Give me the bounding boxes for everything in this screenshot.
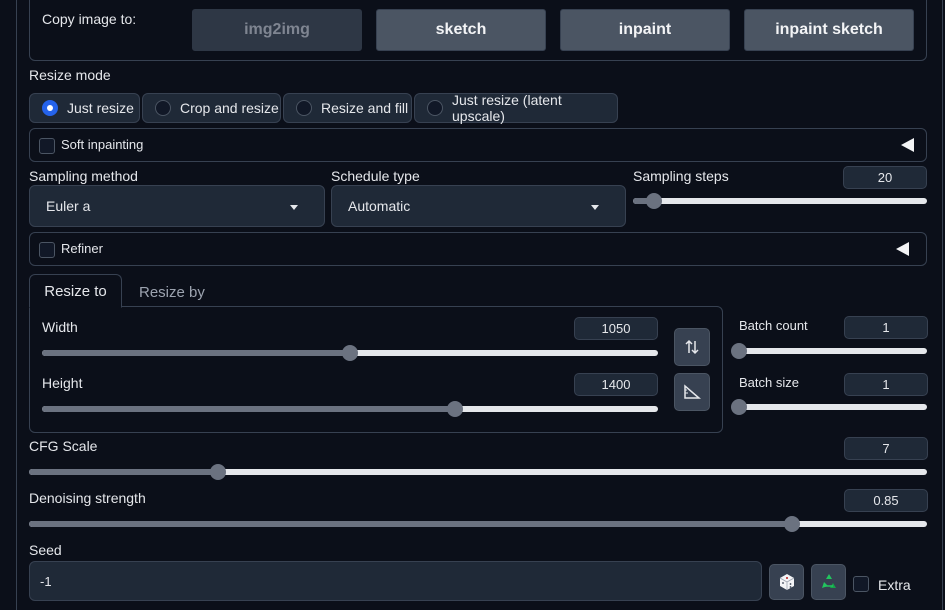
denoising-strength-input[interactable]: 0.85 [844,489,928,512]
recycle-icon [821,574,836,588]
sampling-method-label: Sampling method [29,168,138,184]
chevron-down-icon [290,205,298,210]
radio-label: Just resize (latent upscale) [452,92,562,124]
resize-mode-just-resize[interactable]: Just resize [29,93,140,123]
radio-label: Crop and resize [180,100,279,116]
width-slider[interactable] [42,345,658,361]
swap-dimensions-icon [685,339,699,355]
tab-resize-by[interactable]: Resize by [139,284,205,301]
batch-count-slider[interactable] [731,343,927,359]
dice-icon [779,574,794,590]
copy-to-inpaint-button[interactable]: inpaint [560,9,730,51]
refiner-accordion[interactable]: Refiner [29,232,927,266]
seed-value: -1 [40,573,52,589]
resize-mode-resize-and-fill[interactable]: Resize and fill [283,93,412,123]
cfg-scale-label: CFG Scale [29,438,98,454]
batch-count-label: Batch count [739,318,808,333]
seed-input[interactable]: -1 [29,561,762,601]
radio-icon [427,100,443,116]
height-slider[interactable] [42,401,658,417]
sampling-method-value: Euler a [46,198,91,214]
extra-seed-checkbox[interactable] [853,576,869,592]
denoising-strength-label: Denoising strength [29,490,146,506]
seed-label: Seed [29,542,62,558]
slider-thumb[interactable] [342,345,358,361]
random-seed-button[interactable] [769,564,804,600]
reuse-seed-button[interactable] [811,564,846,600]
width-input[interactable]: 1050 [574,317,658,340]
denoising-strength-slider[interactable] [29,516,927,532]
tab-label: Resize to [44,282,107,300]
slider-thumb[interactable] [731,343,747,359]
sampling-steps-input[interactable]: 20 [843,166,927,189]
slider-thumb[interactable] [446,401,463,417]
refiner-checkbox[interactable] [39,242,55,258]
slider-thumb[interactable] [731,399,747,415]
batch-size-input[interactable]: 1 [844,373,928,396]
chevron-down-icon [591,205,599,210]
resize-mode-crop-and-resize[interactable]: Crop and resize [142,93,281,123]
schedule-type-label: Schedule type [331,168,420,184]
extra-seed-label: Extra [878,577,911,593]
resize-mode-latent-upscale[interactable]: Just resize (latent upscale) [414,92,618,124]
radio-label: Just resize [67,100,134,116]
copy-to-inpaint-sketch-button[interactable]: inpaint sketch [744,9,914,51]
copy-image-label: Copy image to: [42,11,137,27]
radio-label: Resize and fill [321,100,409,116]
resize-mode-label: Resize mode [29,67,111,83]
schedule-type-dropdown[interactable]: Automatic [331,185,626,227]
aspect-ratio-button[interactable] [674,373,710,411]
radio-icon [155,100,171,116]
soft-inpainting-checkbox[interactable] [39,138,55,154]
swap-dimensions-button[interactable] [674,328,710,366]
copy-to-sketch-button[interactable]: sketch [376,9,546,51]
slider-thumb[interactable] [209,464,226,480]
cfg-scale-slider[interactable] [29,464,927,480]
batch-count-input[interactable]: 1 [844,316,928,339]
sampling-steps-slider[interactable] [633,193,927,209]
cfg-scale-input[interactable]: 7 [844,437,928,460]
batch-size-slider[interactable] [731,399,927,415]
slider-thumb[interactable] [645,193,662,209]
refiner-label: Refiner [61,241,103,256]
collapse-triangle-icon[interactable] [896,242,909,256]
schedule-type-value: Automatic [348,198,411,214]
soft-inpainting-accordion[interactable]: Soft inpainting [29,128,927,162]
collapse-triangle-icon[interactable] [901,138,914,152]
sampling-method-dropdown[interactable]: Euler a [29,185,325,227]
radio-icon [296,100,312,116]
tab-resize-to[interactable]: Resize to [29,274,122,308]
soft-inpainting-label: Soft inpainting [61,137,144,152]
height-label: Height [42,375,83,391]
width-label: Width [42,319,78,335]
aspect-ratio-icon [684,384,701,399]
batch-size-label: Batch size [739,375,799,390]
sampling-steps-label: Sampling steps [633,168,729,184]
copy-to-img2img-button[interactable]: img2img [192,9,362,51]
radio-selected-icon [42,100,58,116]
height-input[interactable]: 1400 [574,373,658,396]
